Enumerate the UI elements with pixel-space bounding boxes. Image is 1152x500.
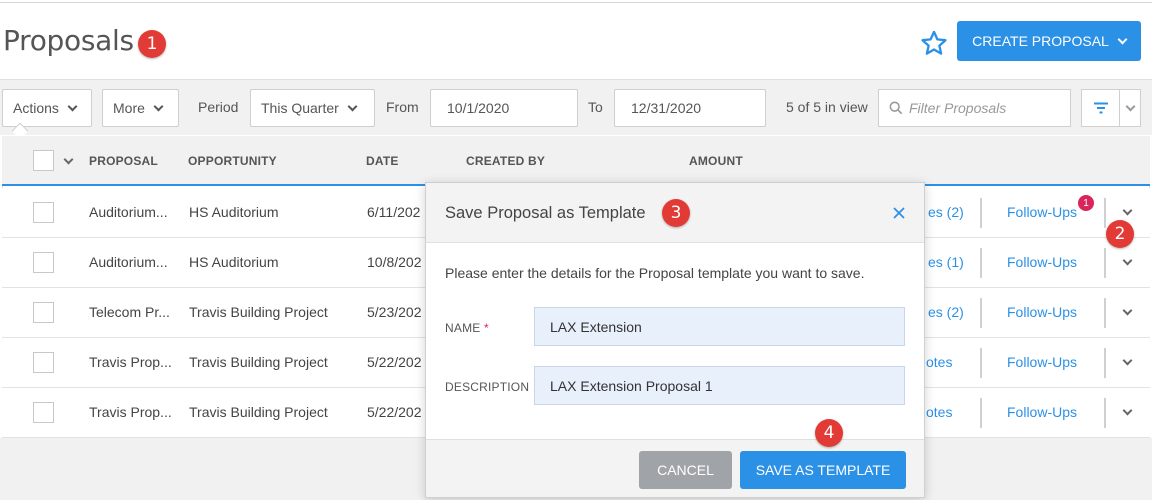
period-label: Period [198, 99, 239, 115]
notes-link[interactable]: otes [926, 404, 952, 420]
name-input[interactable]: LAX Extension [534, 307, 905, 346]
description-label: DESCRIPTION [445, 380, 530, 394]
close-icon[interactable] [892, 206, 906, 220]
header-amount[interactable]: AMOUNT [689, 154, 743, 168]
actions-dropdown[interactable]: Actions [2, 89, 92, 127]
to-date-input[interactable]: 12/31/2020 [614, 89, 766, 127]
name-label: NAME * [445, 321, 489, 335]
opportunity-name: Travis Building Project [189, 404, 328, 420]
divider [980, 348, 982, 378]
from-date-value: 10/1/2020 [447, 100, 510, 116]
step-marker-4: 4 [815, 419, 843, 447]
header-created-by[interactable]: CREATED BY [466, 154, 545, 168]
proposal-name[interactable]: Travis Prop... [89, 354, 172, 370]
to-date-value: 12/31/2020 [631, 100, 702, 116]
divider [980, 198, 982, 228]
description-value: LAX Extension Proposal 1 [550, 377, 713, 394]
proposal-date: 10/8/202 [367, 254, 422, 270]
row-checkbox[interactable] [33, 202, 54, 223]
divider [980, 248, 982, 278]
notes-link[interactable]: es (1) [928, 254, 964, 270]
followups-link[interactable]: Follow-Ups [1007, 254, 1077, 270]
save-template-dialog: Save Proposal as Template 3 Please enter… [425, 182, 925, 498]
search-icon [889, 101, 903, 115]
divider [980, 298, 982, 328]
chevron-down-icon [153, 101, 164, 111]
proposal-name[interactable]: Telecom Pr... [89, 304, 170, 320]
name-value: LAX Extension [550, 318, 642, 335]
from-date-input[interactable]: 10/1/2020 [430, 89, 578, 127]
divider [1104, 348, 1106, 378]
save-as-template-button[interactable]: SAVE AS TEMPLATE [740, 451, 906, 489]
description-input[interactable]: LAX Extension Proposal 1 [534, 366, 905, 405]
followups-link[interactable]: Follow-Ups [1007, 204, 1077, 220]
step-marker-3: 3 [662, 199, 690, 227]
period-value: This Quarter [261, 100, 339, 116]
dialog-title: Save Proposal as Template [445, 204, 646, 222]
step-marker-1: 1 [138, 30, 166, 58]
header-proposal[interactable]: PROPOSAL [89, 154, 158, 168]
proposal-name[interactable]: Travis Prop... [89, 404, 172, 420]
create-proposal-button[interactable]: CREATE PROPOSAL [957, 21, 1141, 61]
notes-link[interactable]: es (2) [928, 304, 964, 320]
more-label: More [113, 100, 145, 116]
divider [1104, 398, 1106, 428]
row-checkbox[interactable] [33, 402, 54, 423]
filter-menu-toggle[interactable] [1120, 90, 1140, 126]
filter-input[interactable]: Filter Proposals [878, 89, 1071, 127]
opportunity-name: Travis Building Project [189, 354, 328, 370]
actions-label: Actions [13, 100, 59, 116]
header-date[interactable]: DATE [366, 154, 399, 168]
star-icon[interactable] [920, 29, 948, 57]
proposal-date: 5/22/202 [367, 404, 422, 420]
chevron-down-icon [1125, 101, 1135, 111]
opportunity-name: HS Auditorium [189, 254, 279, 270]
followups-link[interactable]: Follow-Ups [1007, 354, 1077, 370]
page-title: Proposals [3, 24, 134, 57]
from-label: From [386, 99, 419, 115]
step-marker-2: 2 [1106, 220, 1134, 248]
period-select[interactable]: This Quarter [250, 89, 375, 127]
filter-placeholder: Filter Proposals [909, 100, 1007, 116]
chevron-down-icon [1117, 34, 1128, 44]
view-count: 5 of 5 in view [786, 99, 868, 115]
dialog-message: Please enter the details for the Proposa… [445, 265, 865, 281]
proposal-date: 6/11/202 [367, 204, 421, 220]
opportunity-name: Travis Building Project [189, 304, 328, 320]
filter-icon [1093, 102, 1108, 114]
row-checkbox[interactable] [33, 302, 54, 323]
divider [1104, 198, 1106, 228]
chevron-down-icon [67, 101, 78, 111]
top-divider [0, 2, 1152, 3]
proposal-date: 5/22/202 [367, 354, 422, 370]
opportunity-name: HS Auditorium [189, 204, 279, 220]
to-label: To [588, 99, 603, 115]
proposal-date: 5/23/202 [367, 304, 422, 320]
followups-link[interactable]: Follow-Ups [1007, 304, 1077, 320]
row-checkbox[interactable] [33, 252, 54, 273]
notes-link[interactable]: es (2) [928, 204, 964, 220]
header-opportunity[interactable]: OPPORTUNITY [188, 154, 277, 168]
notes-link[interactable]: otes [926, 354, 952, 370]
table-header [2, 136, 1150, 186]
proposal-name[interactable]: Auditorium... [89, 204, 168, 220]
followups-count-badge: 1 [1078, 195, 1094, 211]
filter-toggle[interactable] [1082, 90, 1120, 126]
select-all-checkbox[interactable] [33, 150, 54, 171]
divider [1104, 298, 1106, 328]
divider [1104, 248, 1106, 278]
create-proposal-label: CREATE PROPOSAL [972, 33, 1109, 49]
filter-options-button[interactable] [1081, 89, 1141, 127]
required-indicator: * [484, 321, 489, 335]
followups-link[interactable]: Follow-Ups [1007, 404, 1077, 420]
name-label-text: NAME [445, 321, 481, 335]
chevron-down-icon [347, 101, 358, 111]
more-dropdown[interactable]: More [102, 89, 179, 127]
divider [980, 398, 982, 428]
row-checkbox[interactable] [33, 352, 54, 373]
cancel-button[interactable]: CANCEL [639, 451, 732, 489]
proposal-name[interactable]: Auditorium... [89, 254, 168, 270]
